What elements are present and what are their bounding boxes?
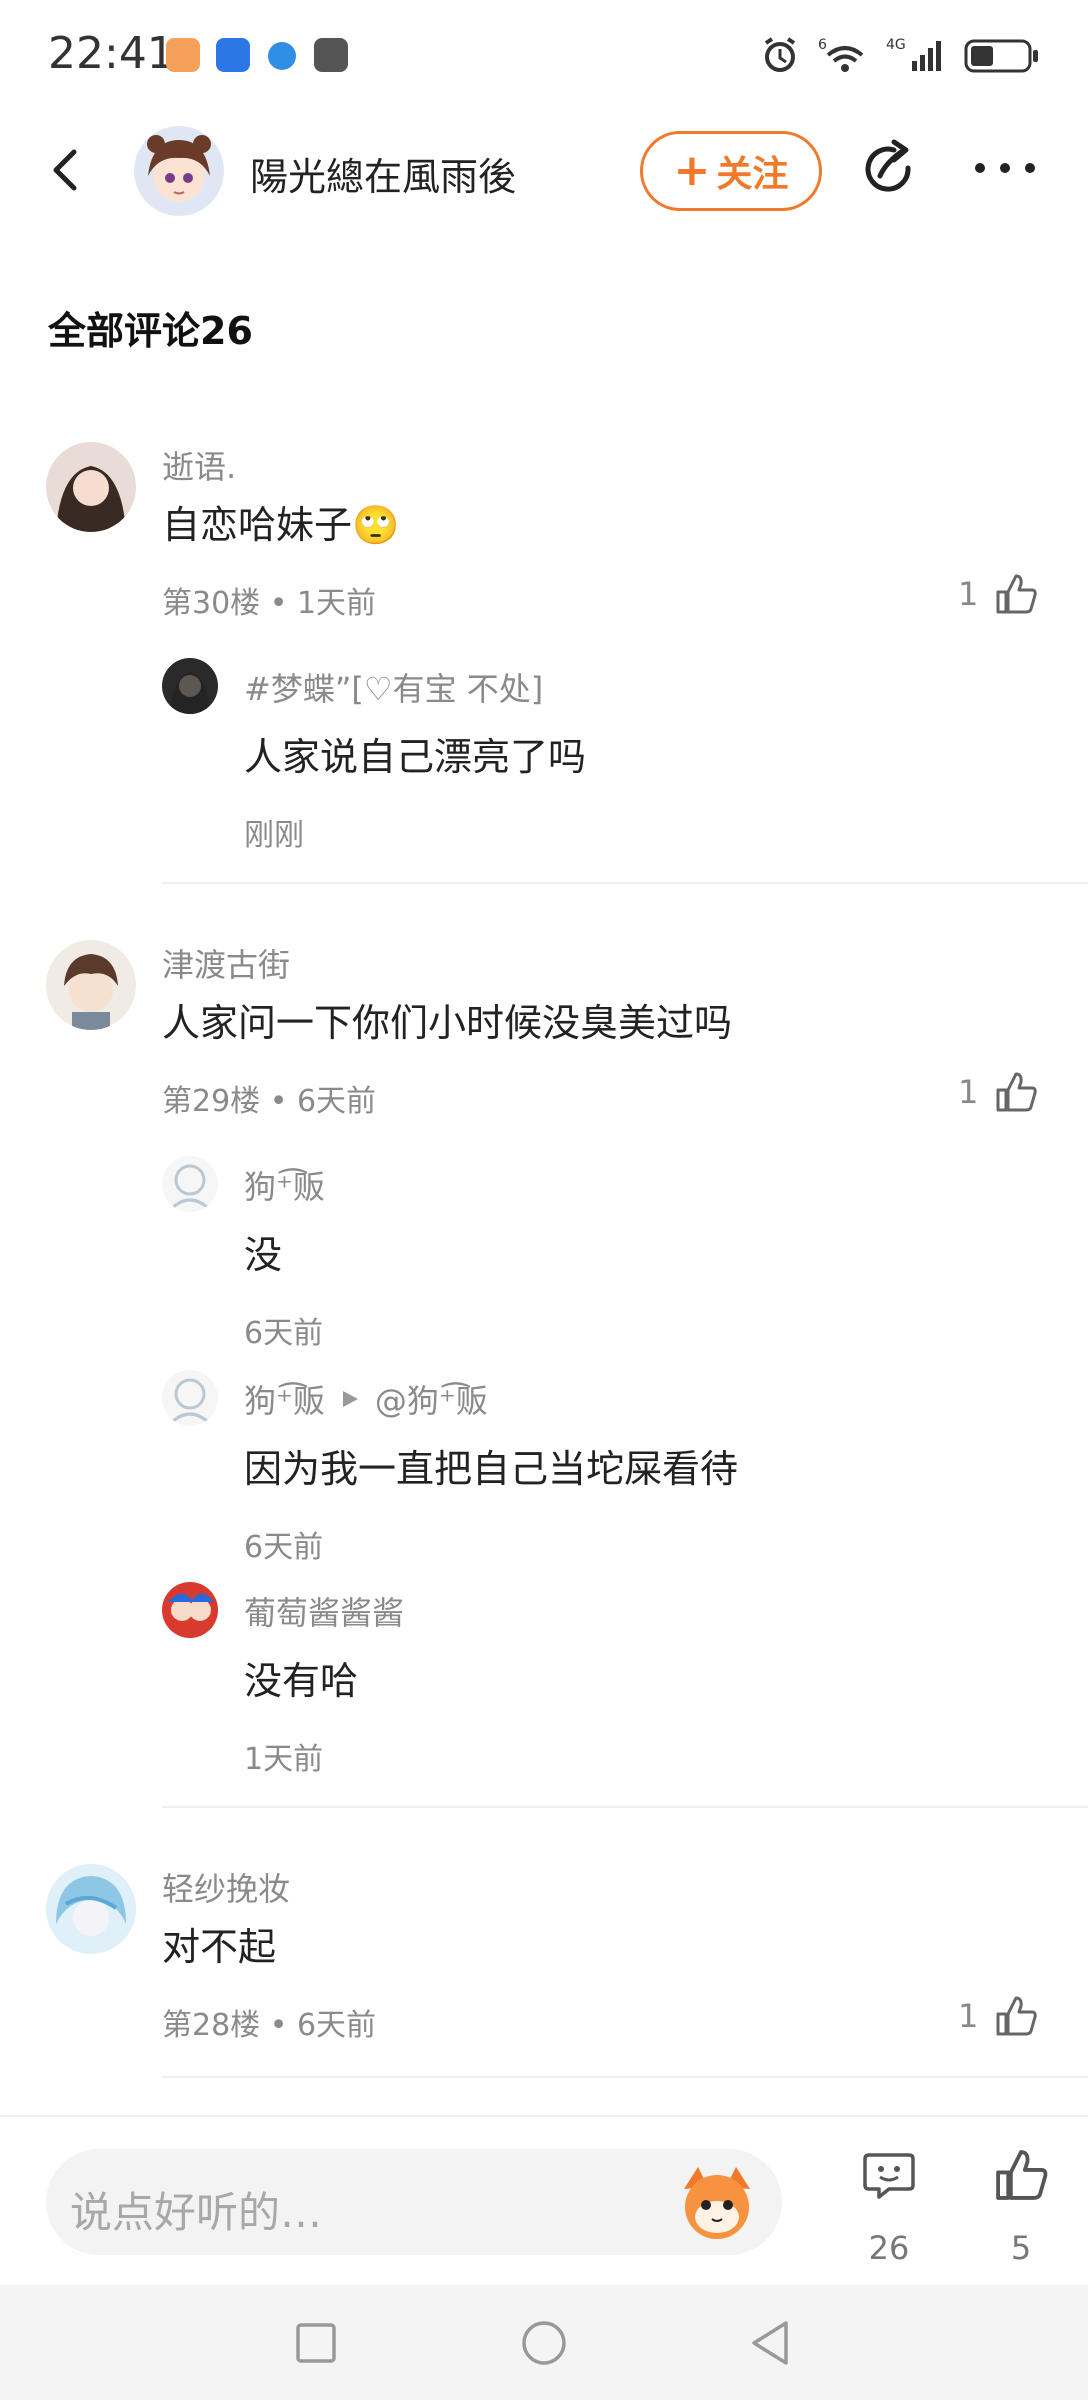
- reply-avatar[interactable]: [162, 1156, 218, 1212]
- mascot-icon[interactable]: [674, 2159, 760, 2245]
- reply-avatar[interactable]: [162, 1370, 218, 1426]
- comment-text[interactable]: 自恋哈妹子🙄: [162, 494, 399, 549]
- comments-section-title: 全部评论26: [48, 309, 253, 353]
- app-notification-icon: [166, 38, 200, 72]
- recent-apps-icon[interactable]: [294, 2321, 338, 2365]
- follow-label: 关注: [716, 154, 789, 195]
- reply-text[interactable]: 人家说自己漂亮了吗: [244, 726, 586, 781]
- like-count: 5: [1010, 2229, 1032, 2267]
- comment-meta: 第29楼 • 6天前: [162, 1084, 377, 1119]
- comment-icon: [863, 2153, 915, 2199]
- like-button[interactable]: 1: [958, 1994, 1038, 2038]
- status-bar: 22:41 6 4G: [0, 0, 1088, 110]
- wifi-icon: 6: [818, 37, 864, 72]
- comment-text[interactable]: 对不起: [162, 1916, 276, 1971]
- reply-time: 6天前: [244, 1530, 324, 1565]
- comment-author[interactable]: 逝语.: [162, 442, 236, 488]
- more-icon[interactable]: [972, 148, 1038, 188]
- sim-label: 6: [818, 37, 827, 53]
- reply-text[interactable]: 没: [244, 1224, 282, 1279]
- network-label: 4G: [886, 37, 906, 53]
- reply-author[interactable]: 葡萄酱酱酱: [244, 1588, 404, 1634]
- reply-author[interactable]: 狗⁺͡贩 @狗⁺͡贩: [244, 1376, 488, 1422]
- comment-meta: 第28楼 • 6天前: [162, 2008, 377, 2043]
- like-icon: [996, 2150, 1048, 2200]
- comment-text[interactable]: 人家问一下你们小时候没臭美过吗: [162, 992, 732, 1047]
- like-icon: [996, 574, 1038, 614]
- bottom-bar: 说点好听的… 26 5: [0, 2115, 1088, 2285]
- comment-input-placeholder: 说点好听的…: [70, 2188, 323, 2237]
- comment-meta: 第30楼 • 1天前: [162, 586, 377, 621]
- divider: [162, 1806, 1088, 1808]
- comment-count: 26: [868, 2229, 910, 2267]
- reply-time: 1天前: [244, 1742, 324, 1777]
- reply-author-name: 狗⁺͡贩: [244, 1382, 325, 1420]
- signal-icon: 4G: [886, 37, 941, 71]
- comment-avatar[interactable]: [46, 1864, 136, 1954]
- reply-author[interactable]: 狗⁺͡贩: [244, 1162, 325, 1208]
- nav-back-icon[interactable]: [748, 2319, 792, 2367]
- like-post-button[interactable]: 5: [976, 2147, 1066, 2267]
- divider: [162, 2076, 1088, 2078]
- comment-input[interactable]: 说点好听的…: [46, 2149, 782, 2255]
- like-icon: [996, 1072, 1038, 1112]
- reply-arrow-icon: [342, 1391, 358, 1407]
- post-header: 陽光總在風雨後 + 关注: [0, 110, 1088, 230]
- status-time: 22:41: [48, 28, 175, 79]
- reply-text[interactable]: 没有哈: [244, 1650, 358, 1705]
- comments-button[interactable]: 26: [844, 2147, 934, 2267]
- reply-avatar[interactable]: [162, 1582, 218, 1638]
- reply-time: 刚刚: [244, 818, 304, 853]
- reply-target[interactable]: @狗⁺͡贩: [375, 1376, 488, 1422]
- home-icon[interactable]: [520, 2319, 568, 2367]
- like-button[interactable]: 1: [958, 572, 1038, 616]
- reply-author[interactable]: #梦蝶”[♡有宝 不处]: [244, 664, 543, 710]
- app-notification-icon-3: [314, 38, 348, 72]
- alarm-icon: [764, 37, 796, 72]
- app-notification-icon-2: [268, 42, 296, 70]
- like-icon: [996, 1996, 1038, 2036]
- back-icon[interactable]: [40, 142, 96, 198]
- comment-author[interactable]: 津渡古街: [162, 940, 290, 986]
- alipay-notification-icon: [216, 38, 250, 72]
- divider: [162, 882, 1088, 884]
- like-count: 1: [958, 575, 979, 613]
- reply-time: 6天前: [244, 1316, 324, 1351]
- plus-icon: +: [673, 145, 711, 196]
- author-name[interactable]: 陽光總在風雨後: [250, 146, 516, 201]
- comment-avatar[interactable]: [46, 940, 136, 1030]
- comment-avatar[interactable]: [46, 442, 136, 532]
- reply-text[interactable]: 因为我一直把自己当坨屎看待: [244, 1438, 738, 1493]
- comment-author[interactable]: 轻纱挽妆: [162, 1864, 290, 1910]
- like-button[interactable]: 1: [958, 1070, 1038, 1114]
- like-count: 1: [958, 1997, 979, 2035]
- author-avatar[interactable]: [134, 126, 224, 216]
- share-icon[interactable]: [858, 138, 922, 202]
- follow-button[interactable]: + 关注: [640, 131, 822, 211]
- system-nav-bar: [0, 2285, 1088, 2400]
- like-count: 1: [958, 1073, 979, 1111]
- reply-avatar[interactable]: [162, 658, 218, 714]
- battery-icon: [964, 39, 1038, 73]
